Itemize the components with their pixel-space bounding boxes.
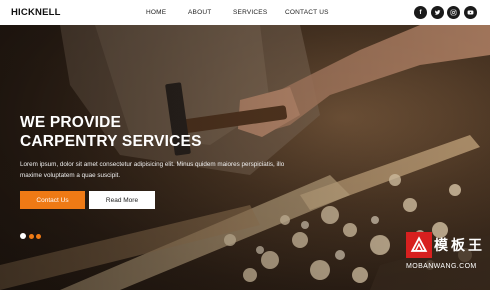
slider-dot-2[interactable] xyxy=(28,233,34,239)
nav-link-home[interactable]: HOME xyxy=(146,9,166,16)
watermark: 模板王 MOBANWANG.COM xyxy=(404,230,488,288)
nav-link-about[interactable]: ABOUT xyxy=(188,9,211,16)
hero-description: Lorem ipsum, dolor sit amet consectetur … xyxy=(20,161,285,179)
watermark-logo-icon xyxy=(406,232,432,258)
watermark-url-text: MOBANWANG.COM xyxy=(406,263,477,270)
top-navbar: HICKNELL HOME ABOUT SERVICES CONTACT US … xyxy=(0,0,490,25)
watermark-chinese-text: 模板王 xyxy=(434,238,485,254)
hero-title: WE PROVIDE CARPENTRY SERVICES xyxy=(20,113,280,151)
contact-us-button[interactable]: Contact Us xyxy=(20,191,85,209)
slider-dots xyxy=(20,233,41,239)
twitter-icon[interactable] xyxy=(430,6,444,19)
slider-dot-1[interactable] xyxy=(20,233,26,239)
hero-title-line-1: WE PROVIDE xyxy=(20,114,122,131)
social-links: f xyxy=(414,6,477,19)
read-more-button[interactable]: Read More xyxy=(89,191,155,209)
hero-title-line-2: CARPENTRY SERVICES xyxy=(20,133,202,150)
youtube-icon[interactable] xyxy=(463,6,477,19)
slider-dot-3[interactable] xyxy=(36,233,41,239)
facebook-icon[interactable]: f xyxy=(414,6,427,19)
nav-link-contact-us[interactable]: CONTACT US xyxy=(285,9,329,16)
instagram-icon[interactable] xyxy=(447,6,460,19)
nav-link-services[interactable]: SERVICES xyxy=(233,9,267,16)
